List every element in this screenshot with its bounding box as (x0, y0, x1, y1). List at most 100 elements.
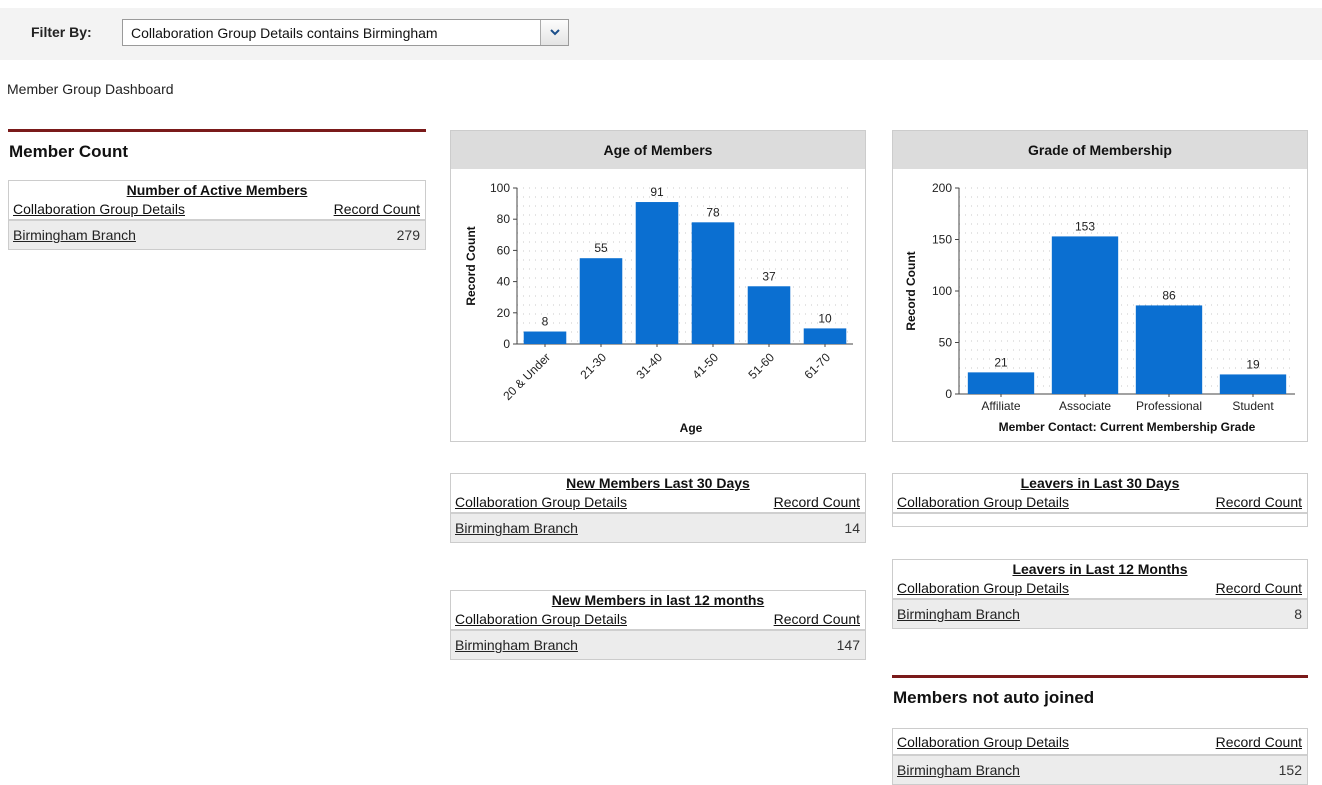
branch-link[interactable]: Birmingham Branch (897, 762, 1020, 778)
not-auto-joined-table: Collaboration Group Details Record Count… (892, 728, 1308, 785)
table-title: Number of Active Members (126, 182, 308, 198)
age-bar-chart[interactable]: 0 20 40 60 80 100 8 20 & Under 55 21-30 91 31-40 78 4… (451, 169, 865, 441)
bar (747, 286, 791, 344)
bar (1135, 305, 1203, 394)
chevron-down-icon (549, 29, 560, 36)
y-tick-label: 100 (932, 284, 952, 298)
column-header-count[interactable]: Record Count (774, 611, 860, 627)
table-title: Leavers in Last 12 Months (1012, 561, 1188, 577)
table-row: Birmingham Branch 147 (451, 631, 865, 659)
bar (635, 202, 679, 344)
active-members-table: Number of Active Members Collaboration G… (8, 180, 426, 250)
table-header: Collaboration Group Details Record Count (893, 729, 1307, 756)
bar-value-label: 37 (762, 269, 776, 283)
new-members-30-table: New Members Last 30 Days Collaboration G… (450, 473, 866, 543)
x-tick-label: Affiliate (981, 399, 1020, 413)
table-header: Collaboration Group Details Record Count (893, 493, 1307, 514)
new-members-12-table: New Members in last 12 months Collaborat… (450, 590, 866, 660)
record-count: 8 (1294, 606, 1302, 622)
y-tick-label: 20 (497, 306, 511, 320)
bar-value-label: 86 (1162, 288, 1176, 302)
table-row: Birmingham Branch 279 (9, 221, 425, 249)
column-header-count[interactable]: Record Count (774, 494, 860, 510)
bar (967, 372, 1035, 394)
y-tick-label: 40 (497, 275, 511, 289)
x-tick-label: 51-60 (746, 350, 778, 382)
table-header: Collaboration Group Details Record Count (893, 579, 1307, 600)
y-tick-label: 50 (939, 336, 953, 350)
table-title: New Members Last 30 Days (566, 475, 750, 491)
bar-value-label: 78 (706, 205, 720, 219)
bar-value-label: 10 (818, 311, 832, 325)
y-tick-label: 100 (490, 181, 510, 195)
column-header-count[interactable]: Record Count (1216, 494, 1302, 510)
x-tick-label: 61-70 (802, 350, 834, 382)
y-tick-label: 80 (497, 212, 511, 226)
y-tick-label: 60 (497, 243, 511, 257)
column-header-group[interactable]: Collaboration Group Details (13, 201, 185, 217)
member-count-section: Member Count (8, 129, 426, 163)
section-heading: Members not auto joined (893, 688, 1095, 707)
bar-value-label: 91 (650, 185, 664, 199)
column-header-group[interactable]: Collaboration Group Details (455, 611, 627, 627)
x-tick-label: 41-50 (690, 350, 722, 382)
branch-link[interactable]: Birmingham Branch (455, 637, 578, 653)
filter-value: Collaboration Group Details contains Bir… (131, 25, 438, 41)
bar (691, 222, 735, 344)
bar-value-label: 8 (542, 315, 549, 329)
bar (1219, 374, 1287, 394)
bar-value-label: 19 (1246, 357, 1260, 371)
record-count: 152 (1278, 762, 1302, 778)
column-header-group[interactable]: Collaboration Group Details (897, 734, 1069, 750)
bar (803, 328, 847, 344)
filter-bar: Filter By: Collaboration Group Details c… (0, 8, 1322, 60)
section-heading: Member Count (9, 142, 128, 161)
y-axis-title: Record Count (904, 251, 918, 330)
branch-link[interactable]: Birmingham Branch (13, 227, 136, 243)
branch-link[interactable]: Birmingham Branch (897, 606, 1020, 622)
leavers-30-table: Leavers in Last 30 Days Collaboration Gr… (892, 473, 1308, 527)
dashboard-title: Member Group Dashboard (7, 81, 174, 97)
column-header-group[interactable]: Collaboration Group Details (897, 580, 1069, 596)
table-title: New Members in last 12 months (551, 592, 765, 608)
table-header: Collaboration Group Details Record Count (451, 610, 865, 631)
not-auto-joined-section: Members not auto joined (892, 675, 1308, 709)
record-count: 147 (836, 637, 860, 653)
bar (579, 258, 623, 344)
grade-chart-panel: Grade of Membership 0 50 100 150 200 21 Affili… (892, 130, 1308, 442)
chart-title: Grade of Membership (893, 131, 1307, 169)
x-tick-label: Professional (1136, 399, 1202, 413)
bar-value-label: 55 (594, 241, 608, 255)
filter-select[interactable]: Collaboration Group Details contains Bir… (122, 19, 569, 46)
table-title: Leavers in Last 30 Days (1020, 475, 1180, 491)
x-tick-label: Student (1232, 399, 1274, 413)
column-header-count[interactable]: Record Count (1216, 734, 1302, 750)
age-chart-panel: Age of Members 0 20 40 60 80 100 8 20 & Under 55… (450, 130, 866, 442)
table-row: Birmingham Branch 8 (893, 600, 1307, 628)
bar (523, 331, 567, 344)
grade-bar-chart[interactable]: 0 50 100 150 200 21 Affiliate 153 Associate 86 Pro… (893, 169, 1307, 441)
x-axis-title: Member Contact: Current Membership Grade (999, 420, 1256, 434)
table-header: Collaboration Group Details Record Count (9, 200, 425, 221)
column-header-count[interactable]: Record Count (334, 201, 420, 217)
x-tick-label: 21-30 (578, 350, 610, 382)
x-tick-label: 20 & Under (500, 350, 553, 403)
column-header-count[interactable]: Record Count (1216, 580, 1302, 596)
table-row: Birmingham Branch 152 (893, 756, 1307, 784)
x-tick-label: Associate (1059, 399, 1111, 413)
record-count: 14 (844, 520, 860, 536)
bar (1051, 236, 1119, 394)
x-axis-title: Age (680, 421, 703, 435)
branch-link[interactable]: Birmingham Branch (455, 520, 578, 536)
filter-label: Filter By: (31, 24, 92, 40)
y-axis-title: Record Count (464, 226, 478, 305)
x-tick-label: 31-40 (634, 350, 666, 382)
chart-title: Age of Members (451, 131, 865, 169)
y-tick-label: 0 (503, 337, 510, 351)
dropdown-button[interactable] (540, 20, 568, 45)
y-tick-label: 150 (932, 233, 952, 247)
column-header-group[interactable]: Collaboration Group Details (455, 494, 627, 510)
column-header-group[interactable]: Collaboration Group Details (897, 494, 1069, 510)
y-tick-label: 200 (932, 181, 952, 195)
y-tick-label: 0 (945, 387, 952, 401)
